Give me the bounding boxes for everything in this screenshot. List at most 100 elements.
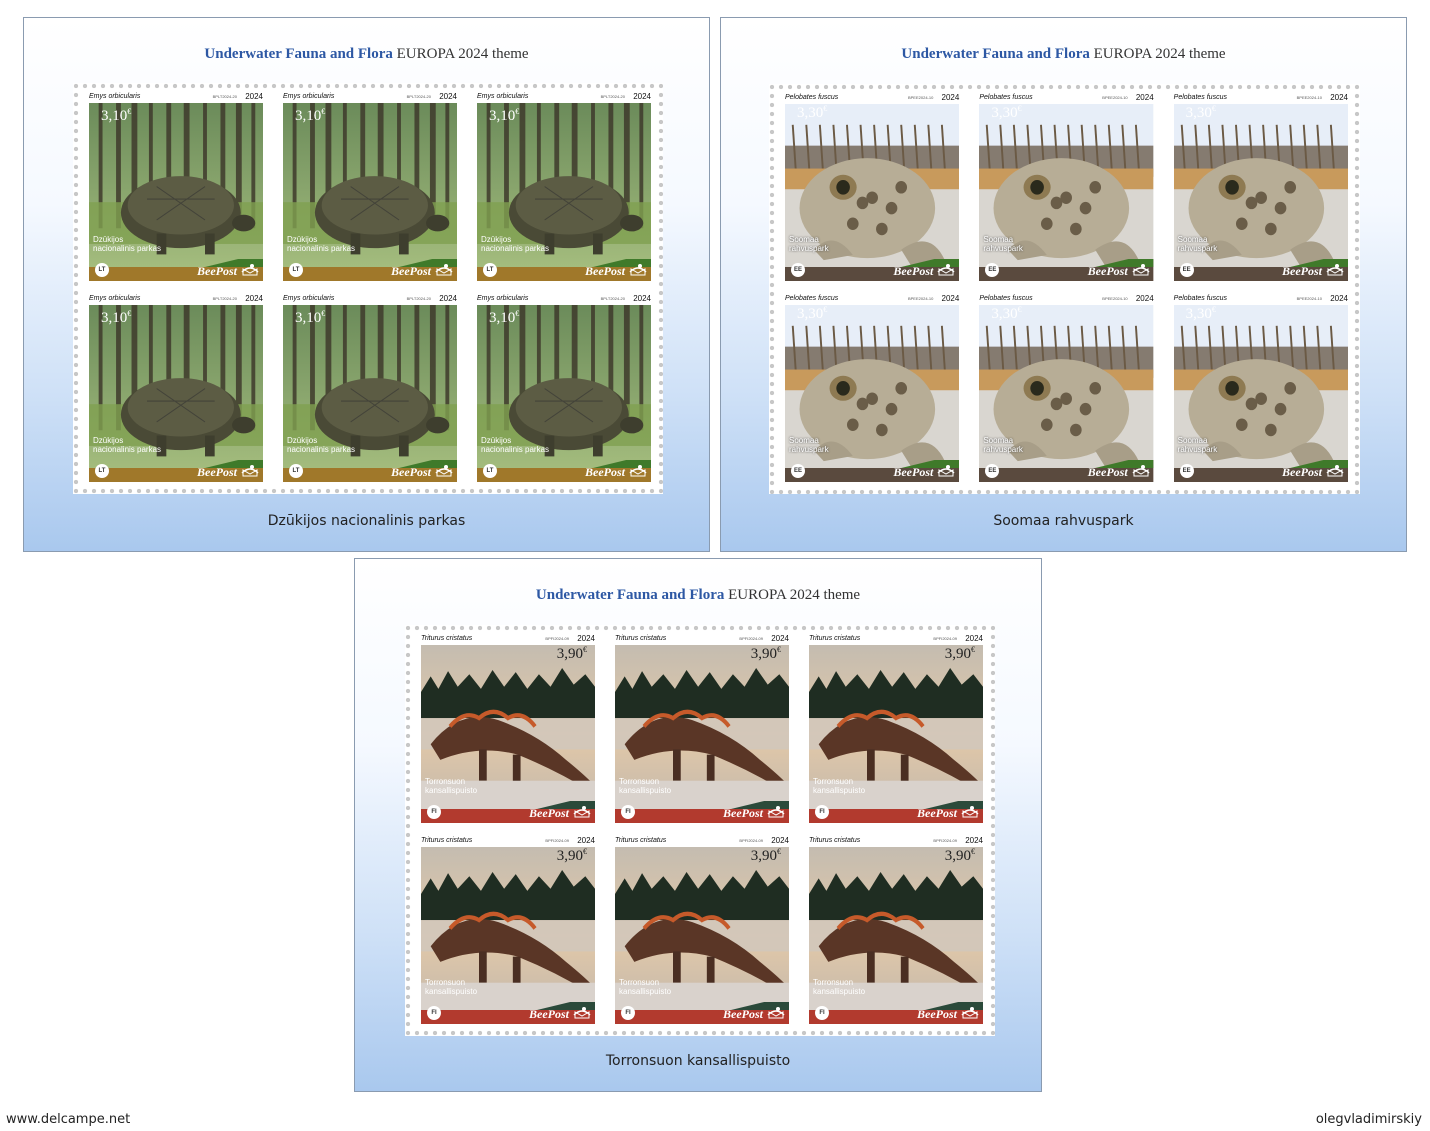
stamp-year: 2024 xyxy=(439,92,457,101)
stamp-code: BPLT2024-20 xyxy=(406,295,431,301)
stamp-code: BPEE2024-10 xyxy=(1102,95,1128,100)
stamp-band: FI BeePost xyxy=(421,800,595,823)
envelope-butterfly-icon xyxy=(936,463,956,479)
newt-illustration: 3,90€ Torronsuon kansallispuisto FI BeePo… xyxy=(421,645,595,823)
stamp-code: BPLT2024-20 xyxy=(212,295,237,301)
park-name: Soomaa rahvuspark xyxy=(789,235,829,253)
souvenir-sheet-lithuania: Underwater Fauna and Flora EUROPA 2024 t… xyxy=(23,17,710,552)
face-value: 3,30€ xyxy=(1185,104,1216,121)
newt-illustration: 3,90€ Torronsuon kansallispuisto FI BeePo… xyxy=(809,645,983,823)
scientific-name: Emys orbicularis xyxy=(283,93,335,100)
brand-name: BeePost xyxy=(197,465,237,479)
face-value: 3,30€ xyxy=(991,104,1022,121)
face-value: 3,10€ xyxy=(489,107,520,124)
stamp-code: BPLT2024-20 xyxy=(212,94,237,99)
turtle-illustration: 3,10€ Dzūkijos nacionalinis parkas LT Bee… xyxy=(283,304,457,482)
face-value: 3,30€ xyxy=(1185,305,1216,322)
face-value: 3,90€ xyxy=(944,846,975,864)
face-value: 3,90€ xyxy=(556,846,587,864)
stamp-band: FI BeePost xyxy=(615,800,789,823)
country-code-badge: LT xyxy=(289,464,303,478)
stamp: Emys orbicularis BPLT2024-20 2024 3,10€ … xyxy=(275,292,461,486)
country-code-badge: LT xyxy=(289,262,303,277)
stamp-year: 2024 xyxy=(771,634,789,643)
envelope-butterfly-icon xyxy=(1325,262,1345,278)
face-value: 3,30€ xyxy=(797,104,828,121)
scientific-name: Pelobates fuscus xyxy=(785,295,839,302)
stamp-year: 2024 xyxy=(965,634,983,643)
stamp-code: BPEE2024-10 xyxy=(1102,296,1128,301)
stamp-code: BPFI2024-09 xyxy=(933,636,957,641)
park-name: Dzūkijos nacionalinis parkas xyxy=(93,234,162,253)
stamp-year: 2024 xyxy=(1330,294,1348,303)
stamp-code: BPEE2024-10 xyxy=(1296,296,1322,301)
country-code-badge: FI xyxy=(815,1006,829,1020)
stamp-code: BPLT2024-20 xyxy=(406,94,431,99)
stamp-pane: Emys orbicularis BPLT2024-20 2024 3,10€ … xyxy=(73,83,663,494)
footer-left-link[interactable]: www.delcampe.net xyxy=(6,1112,130,1127)
sheet-title: Underwater Fauna and Flora EUROPA 2024 t… xyxy=(535,587,861,603)
country-code-badge: LT xyxy=(95,262,109,277)
stamp-code: BPFI2024-09 xyxy=(545,837,569,843)
toad-illustration: 3,30€ Soomaa rahvuspark EE BeePost xyxy=(979,104,1154,281)
stamp-year: 2024 xyxy=(941,93,960,102)
park-name: Soomaa rahvuspark xyxy=(983,235,1023,253)
stamp: Pelobates fuscus BPEE2024-10 2024 3,30€ … xyxy=(1165,92,1352,285)
scientific-name: Pelobates fuscus xyxy=(1173,295,1227,302)
stamp-year: 2024 xyxy=(633,92,651,101)
stamp-band: EE BeePost xyxy=(785,259,960,281)
country-code-badge: EE xyxy=(791,464,805,478)
country-code-badge: LT xyxy=(483,262,497,277)
park-name: Torronsuon kansallispuisto xyxy=(619,978,672,996)
park-name: Dzūkijos nacionalinis parkas xyxy=(481,234,550,253)
stamp-band: FI BeePost xyxy=(615,1002,789,1024)
scientific-name: Emys orbicularis xyxy=(89,93,141,100)
stamp-year: 2024 xyxy=(965,835,983,845)
stamp-year: 2024 xyxy=(633,293,651,303)
brand-name: BeePost xyxy=(585,263,625,278)
envelope-butterfly-icon xyxy=(960,804,980,820)
park-name: Dzūkijos nacionalinis parkas xyxy=(287,234,356,253)
scientific-name: Triturus cristatus xyxy=(615,836,667,844)
stamp-code: BPFI2024-09 xyxy=(545,636,569,641)
country-code-badge: LT xyxy=(483,464,497,478)
face-value: 3,90€ xyxy=(944,645,975,662)
country-code-badge: FI xyxy=(815,804,829,819)
stamp-year: 2024 xyxy=(1135,93,1154,102)
stamp-year: 2024 xyxy=(245,92,263,101)
stamp-code: BPEE2024-10 xyxy=(907,296,934,301)
scientific-name: Pelobates fuscus xyxy=(979,295,1033,302)
toad-illustration: 3,30€ Soomaa rahvuspark EE BeePost xyxy=(1173,305,1348,482)
park-name: Dzūkijos nacionalinis parkas xyxy=(93,436,162,454)
stamp-code: BPEE2024-10 xyxy=(907,95,934,100)
stamp-year: 2024 xyxy=(1135,294,1154,303)
brand-name: BeePost xyxy=(893,465,934,479)
stamp-band: EE BeePost xyxy=(979,259,1154,281)
stamp: Pelobates fuscus BPEE2024-10 2024 3,30€ … xyxy=(971,92,1158,285)
stamp-year: 2024 xyxy=(245,293,263,303)
brand-name: BeePost xyxy=(893,264,934,278)
turtle-illustration: 3,10€ Dzūkijos nacionalinis parkas LT Bee… xyxy=(89,304,263,482)
brand-name: BeePost xyxy=(391,465,431,479)
souvenir-sheet-estonia: Underwater Fauna and Flora EUROPA 2024 t… xyxy=(720,17,1407,552)
stamp-band: FI BeePost xyxy=(809,800,983,823)
scientific-name: Emys orbicularis xyxy=(283,294,335,302)
scientific-name: Pelobates fuscus xyxy=(785,94,839,101)
stamp-band: LT BeePost xyxy=(89,460,263,482)
sheet-caption: Torronsuon kansallispuisto xyxy=(605,1053,791,1069)
stamp-pane: Triturus cristatus BPFI2024-09 2024 3,90… xyxy=(405,625,995,1036)
face-value: 3,30€ xyxy=(991,305,1022,322)
stamp: Emys orbicularis BPLT2024-20 2024 3,10€ … xyxy=(469,91,655,285)
scientific-name: Emys orbicularis xyxy=(89,294,141,302)
country-code-badge: EE xyxy=(791,263,805,277)
brand-name: BeePost xyxy=(723,805,763,820)
country-code-badge: FI xyxy=(621,1006,635,1020)
face-value: 3,10€ xyxy=(101,308,132,326)
park-name: Soomaa rahvuspark xyxy=(1177,235,1218,253)
turtle-illustration: 3,10€ Dzūkijos nacionalinis parkas LT Bee… xyxy=(477,103,651,281)
park-name: Torronsuon kansallispuisto xyxy=(425,978,478,996)
newt-illustration: 3,90€ Torronsuon kansallispuisto FI BeePo… xyxy=(421,846,595,1024)
brand-name: BeePost xyxy=(723,1007,763,1021)
stamp-band: EE BeePost xyxy=(785,460,960,482)
scientific-name: Triturus cristatus xyxy=(809,836,861,844)
